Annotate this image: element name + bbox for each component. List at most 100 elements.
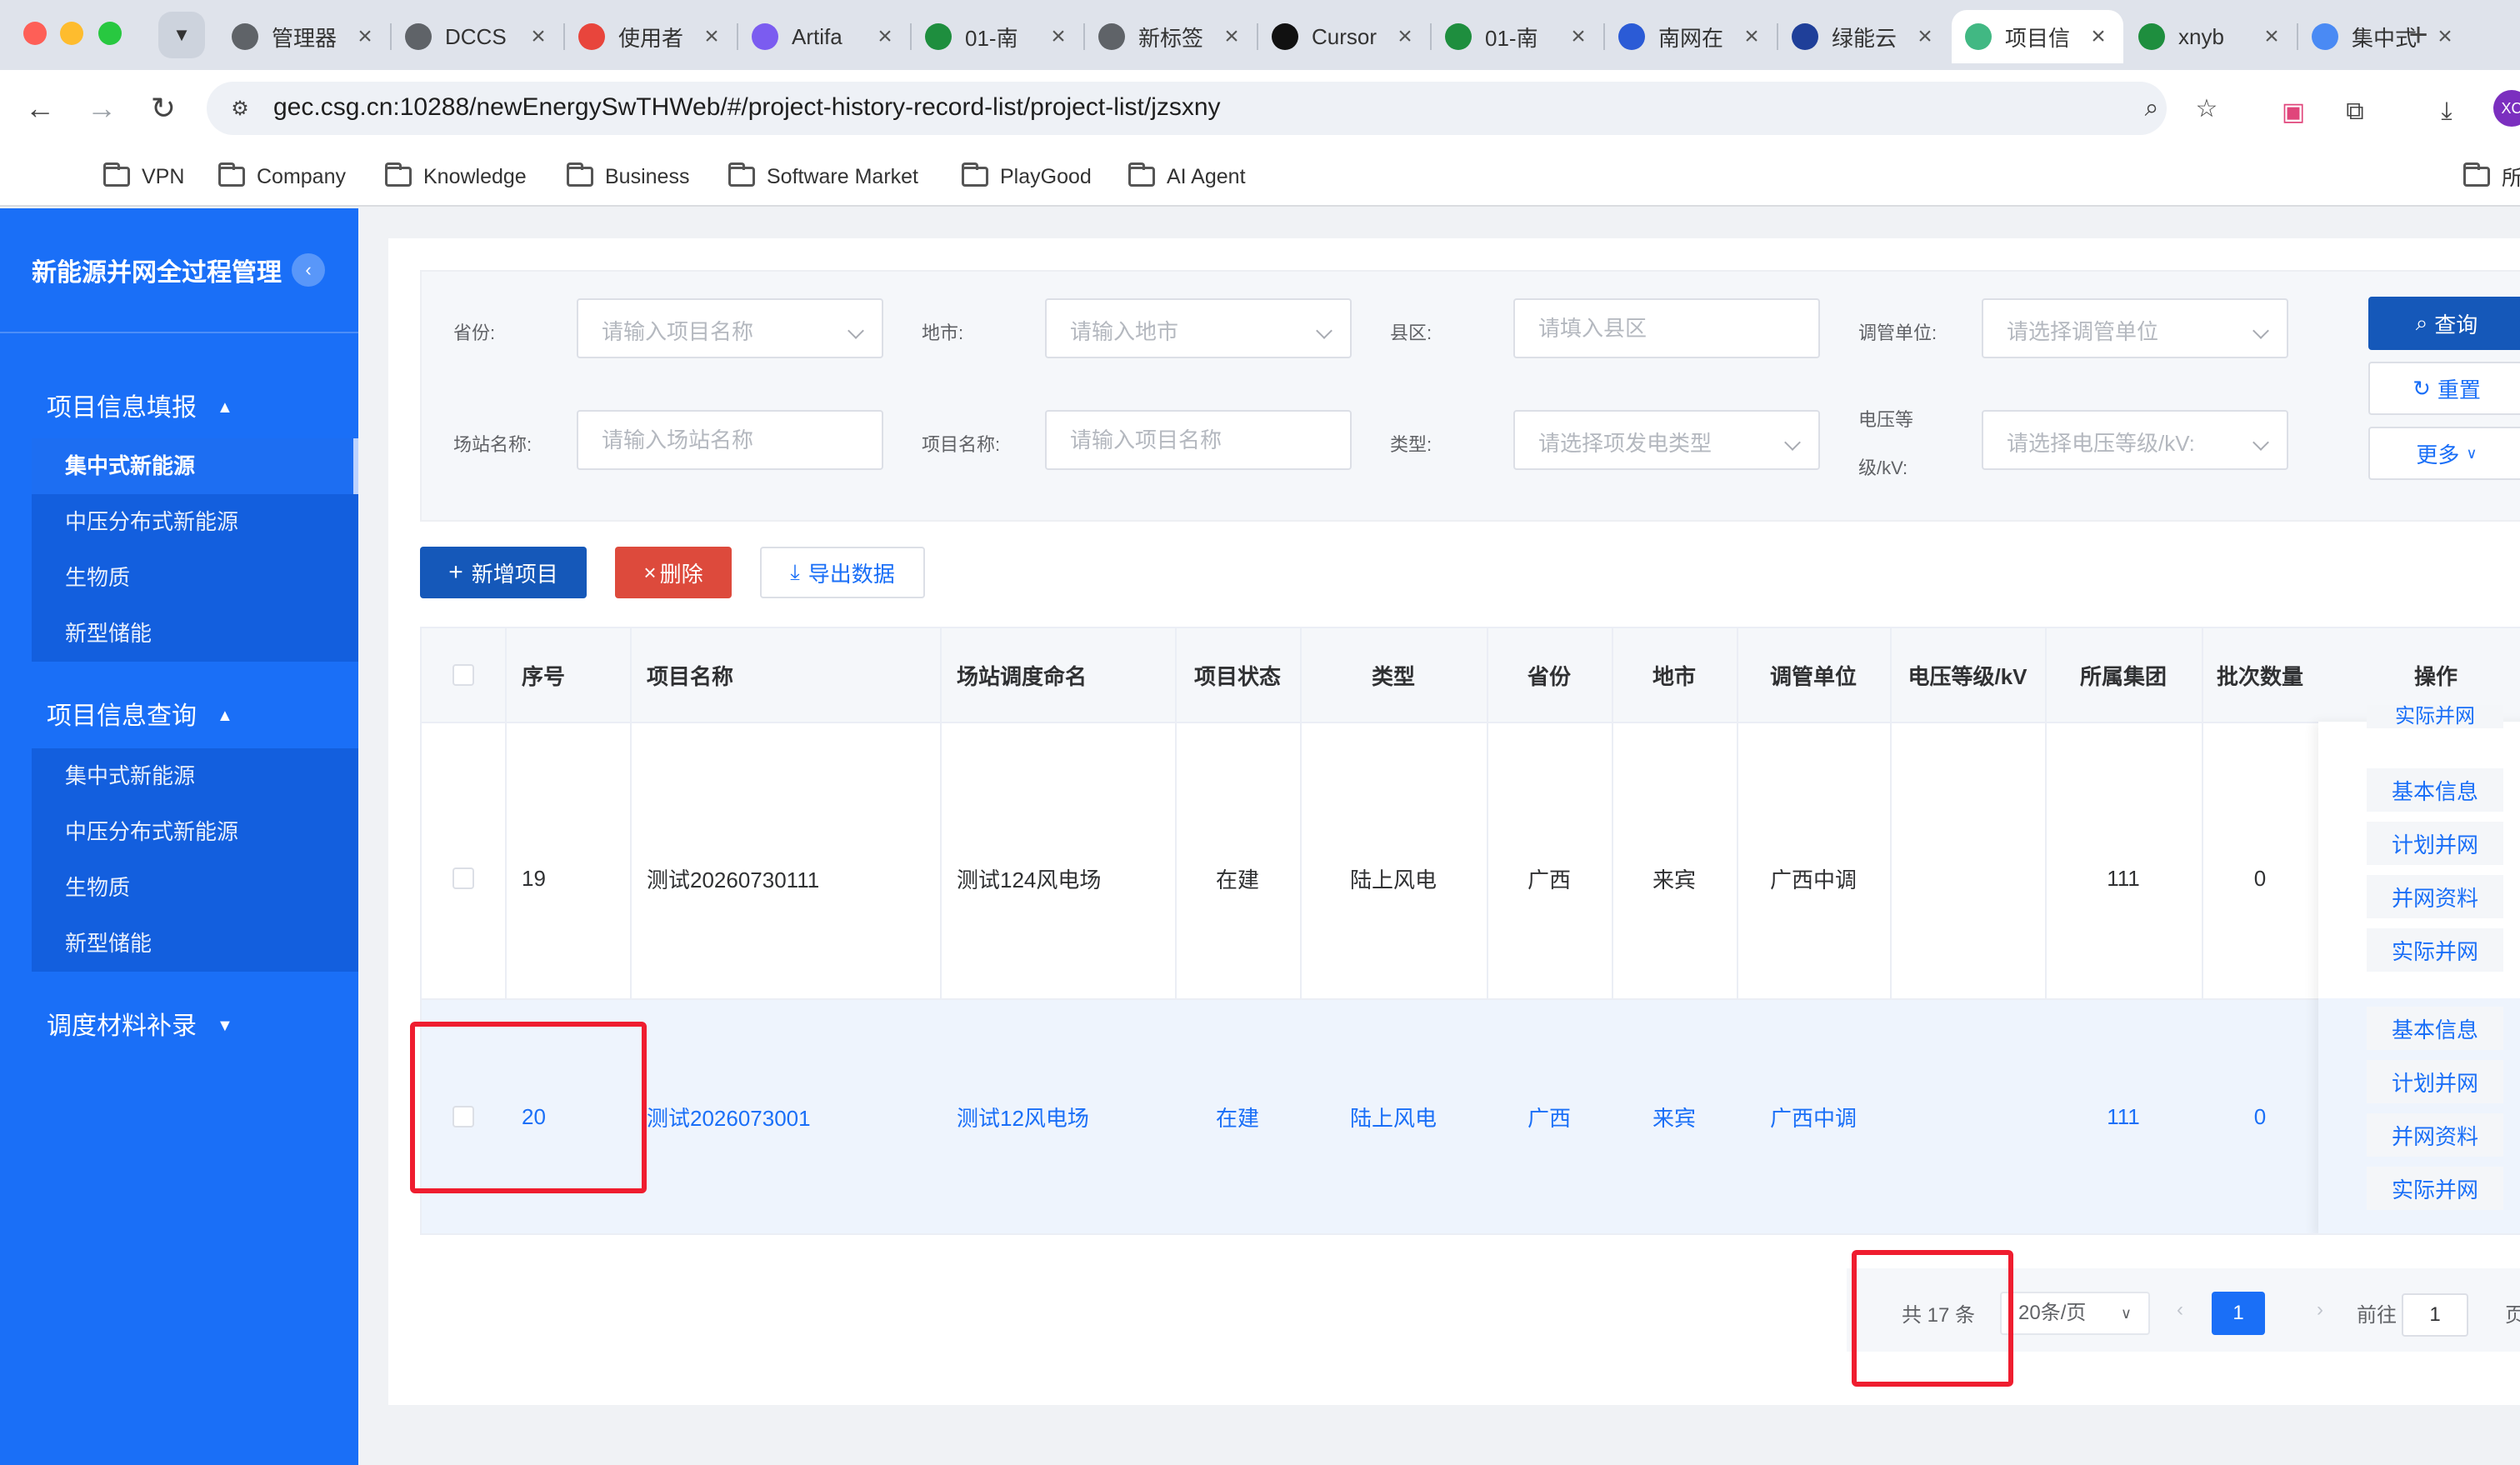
- extensions-puzzle-icon[interactable]: ⧉: [2338, 95, 2372, 128]
- browser-tab[interactable]: xnyb ×: [2125, 10, 2297, 63]
- tab-close-icon[interactable]: ×: [353, 22, 377, 51]
- browser-tab[interactable]: Artifa ×: [738, 10, 910, 63]
- sidebar-item-storage-query[interactable]: 新型储能: [32, 916, 358, 972]
- menu-group-query[interactable]: 项目信息查询 ▲: [47, 695, 233, 732]
- select-all-checkbox[interactable]: [452, 664, 474, 686]
- header-status[interactable]: 项目状态: [1175, 628, 1300, 722]
- next-page-button[interactable]: ›: [2317, 1298, 2323, 1322]
- tab-close-icon[interactable]: ×: [700, 22, 723, 51]
- header-project-name[interactable]: 项目名称: [630, 628, 940, 722]
- back-button[interactable]: ←: [17, 85, 63, 132]
- dispatch-unit-select[interactable]: 请选择调管单位: [1982, 298, 2288, 358]
- tab-close-icon[interactable]: ×: [873, 22, 897, 51]
- browser-tab[interactable]: 南网在 ×: [1605, 10, 1777, 63]
- url-text[interactable]: gec.csg.cn:10288/newEnergySwTHWeb/#/proj…: [273, 93, 1221, 122]
- browser-tab[interactable]: Cursor ×: [1258, 10, 1430, 63]
- browser-tab[interactable]: 集中式 ×: [2298, 10, 2470, 63]
- op-actual-grid[interactable]: 实际并网: [2367, 928, 2503, 972]
- menu-group-supplement[interactable]: 调度材料补录 ▼: [47, 1005, 233, 1042]
- tab-close-icon[interactable]: ×: [2260, 22, 2283, 51]
- browser-tab[interactable]: 新标签 ×: [1085, 10, 1257, 63]
- minimize-window-button[interactable]: [60, 22, 83, 45]
- header-city[interactable]: 地市: [1612, 628, 1737, 722]
- browser-tab[interactable]: 01-南 ×: [912, 10, 1083, 63]
- browser-tab[interactable]: DCCS ×: [392, 10, 563, 63]
- sidebar-item-distributed-query[interactable]: 中压分布式新能源: [32, 804, 358, 860]
- op-actual-grid[interactable]: 实际并网: [2367, 1167, 2503, 1210]
- translate-extension-icon[interactable]: ▣: [2277, 95, 2310, 128]
- browser-tab[interactable]: 使用者 ×: [565, 10, 737, 63]
- header-station-name[interactable]: 场站调度命名: [940, 628, 1175, 722]
- goto-page-input[interactable]: [2402, 1293, 2468, 1337]
- tab-close-icon[interactable]: ×: [1393, 22, 1417, 51]
- page-size-select[interactable]: 20条/页 ∨: [2000, 1292, 2150, 1335]
- table-row-highlighted[interactable]: 20 测试2026073001 测试12风电场 在建 陆上风电 广西 来宾 广西…: [422, 1000, 2318, 1233]
- city-select[interactable]: 请输入地市: [1045, 298, 1352, 358]
- reload-button[interactable]: ↻: [140, 85, 187, 132]
- menu-group-fill[interactable]: 项目信息填报 ▲: [47, 387, 233, 423]
- op-plan-grid[interactable]: 计划并网: [2367, 822, 2503, 865]
- close-window-button[interactable]: [23, 22, 47, 45]
- bookmark-item[interactable]: PlayGood: [962, 160, 1092, 193]
- more-filters-button[interactable]: 更多 ∨: [2368, 427, 2520, 480]
- row-checkbox[interactable]: [452, 868, 474, 889]
- add-project-button[interactable]: + 新增项目: [420, 547, 587, 598]
- station-name-input[interactable]: [577, 410, 883, 470]
- bookmark-item[interactable]: AI Agent: [1128, 160, 1246, 193]
- sidebar-item-biomass-fill[interactable]: 生物质: [32, 550, 358, 606]
- tab-close-icon[interactable]: ×: [1740, 22, 1763, 51]
- sidebar-item-storage-fill[interactable]: 新型储能: [32, 606, 358, 662]
- query-button[interactable]: ⌕ 查询: [2368, 297, 2520, 350]
- delete-button[interactable]: × 删除: [615, 547, 732, 598]
- op-plan-grid[interactable]: 计划并网: [2367, 1060, 2503, 1103]
- tab-search-dropdown[interactable]: ▼: [158, 12, 205, 58]
- forward-button[interactable]: →: [78, 85, 125, 132]
- zoom-icon[interactable]: ⌕: [2135, 92, 2168, 125]
- bookmark-item[interactable]: Software Market: [728, 160, 918, 193]
- op-grid-docs[interactable]: 并网资料: [2367, 1113, 2503, 1157]
- address-bar[interactable]: ⚙ gec.csg.cn:10288/newEnergySwTHWeb/#/pr…: [207, 82, 2218, 135]
- maximize-window-button[interactable]: [98, 22, 122, 45]
- header-group[interactable]: 所属集团: [2045, 628, 2202, 722]
- sidebar-item-distributed-fill[interactable]: 中压分布式新能源: [32, 494, 358, 550]
- bookmark-item[interactable]: Company: [218, 160, 346, 193]
- header-batch[interactable]: 批次数量: [2202, 628, 2318, 722]
- sidebar-item-centralized-query[interactable]: 集中式新能源: [32, 748, 358, 804]
- header-index[interactable]: 序号: [505, 628, 630, 722]
- download-icon[interactable]: ⤓: [2430, 95, 2463, 128]
- county-input[interactable]: [1513, 298, 1820, 358]
- page-number-current[interactable]: 1: [2212, 1292, 2265, 1335]
- province-select[interactable]: 请输入项目名称: [577, 298, 883, 358]
- reset-button[interactable]: ↻ 重置: [2368, 362, 2520, 415]
- bookmark-star-icon[interactable]: ☆: [2190, 92, 2223, 125]
- all-bookmarks-button[interactable]: 所有书签: [2463, 160, 2520, 193]
- browser-tab[interactable]: 管理器 ×: [218, 10, 390, 63]
- prev-page-button[interactable]: ‹: [2177, 1298, 2183, 1322]
- op-basic-info[interactable]: 基本信息: [2367, 768, 2503, 812]
- collapse-sidebar-button[interactable]: ‹: [292, 253, 325, 287]
- site-info-icon[interactable]: ⚙: [227, 95, 253, 122]
- tab-close-icon[interactable]: ×: [527, 22, 550, 51]
- tab-close-icon[interactable]: ×: [1047, 22, 1070, 51]
- project-name-input[interactable]: [1045, 410, 1352, 470]
- sidebar-item-biomass-query[interactable]: 生物质: [32, 860, 358, 916]
- browser-tab[interactable]: 绿能云 ×: [1778, 10, 1950, 63]
- bookmark-item[interactable]: Knowledge: [385, 160, 527, 193]
- bookmark-item[interactable]: Business: [567, 160, 689, 193]
- op-actual-grid-partial[interactable]: 实际并网: [2367, 705, 2503, 728]
- browser-tab[interactable]: 01-南 ×: [1432, 10, 1603, 63]
- browser-tab[interactable]: 项目信 ×: [1952, 10, 2123, 63]
- header-dispatch-unit[interactable]: 调管单位: [1737, 628, 1890, 722]
- export-button[interactable]: ⤓ 导出数据: [760, 547, 925, 598]
- tab-close-icon[interactable]: ×: [1567, 22, 1590, 51]
- bookmark-item[interactable]: VPN: [103, 160, 184, 193]
- op-grid-docs[interactable]: 并网资料: [2367, 875, 2503, 918]
- header-type[interactable]: 类型: [1300, 628, 1487, 722]
- tab-close-icon[interactable]: ×: [1913, 22, 1937, 51]
- sidebar-item-centralized-fill[interactable]: 集中式新能源: [32, 438, 358, 494]
- tab-close-icon[interactable]: ×: [2087, 22, 2110, 51]
- profile-avatar[interactable]: XC: [2493, 90, 2520, 127]
- tab-close-icon[interactable]: ×: [1220, 22, 1243, 51]
- voltage-select[interactable]: 请选择电压等级/kV:: [1982, 410, 2288, 470]
- new-tab-button[interactable]: +: [2395, 12, 2442, 58]
